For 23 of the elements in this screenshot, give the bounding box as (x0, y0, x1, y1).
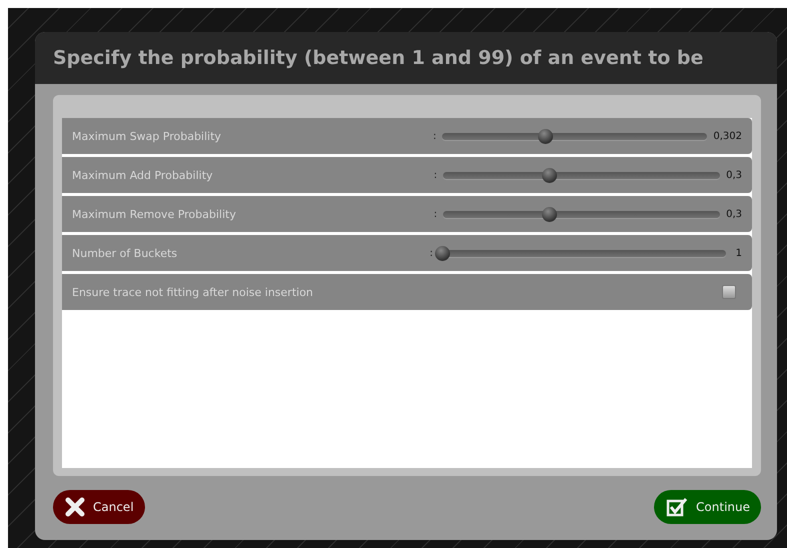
slider-value: 0,3 (726, 170, 742, 180)
separator: : (434, 208, 438, 220)
setting-label: Maximum Add Probability (72, 168, 214, 182)
slider-value: 0,302 (713, 130, 742, 142)
checkbox[interactable] (722, 285, 736, 299)
slider-thumb[interactable] (542, 206, 557, 222)
continue-button[interactable]: Continue (654, 490, 761, 524)
checkbox-tick-icon (666, 497, 688, 517)
separator: : (430, 248, 433, 258)
separator: : (434, 170, 438, 180)
cancel-button[interactable]: Cancel (53, 490, 145, 524)
setting-label: Ensure trace not fitting after noise insertion (72, 286, 314, 298)
close-icon (65, 497, 85, 517)
slider-thumb[interactable] (435, 246, 450, 260)
slider-thumb[interactable] (538, 128, 553, 144)
setting-label: Maximum Remove Probability (72, 208, 237, 220)
setting-label: Maximum Swap Probability (72, 130, 222, 142)
separator: : (432, 130, 436, 142)
dialog-title: Specify the probability (between 1 and 99) of an event to be (53, 47, 704, 69)
slider-value: 0,3 (726, 208, 742, 220)
slider-value: 1 (734, 248, 742, 258)
setting-label: Number of Buckets (72, 246, 178, 260)
slider-thumb[interactable] (542, 168, 557, 182)
